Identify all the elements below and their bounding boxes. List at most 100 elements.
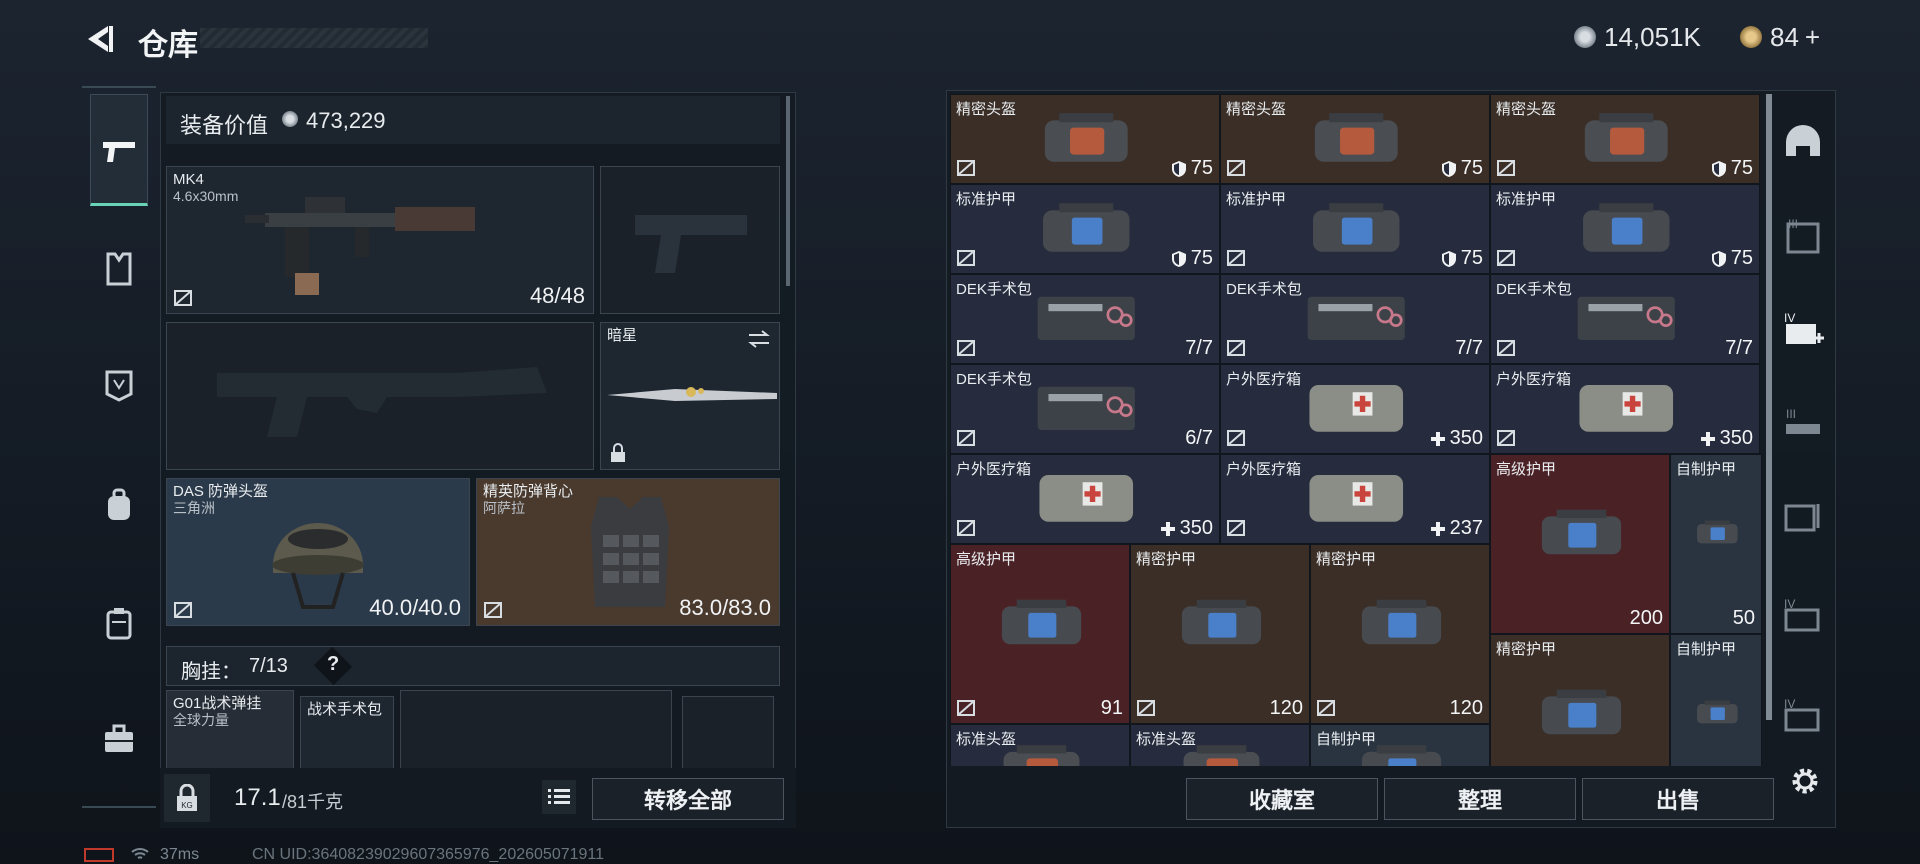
no-drop-icon: [174, 290, 192, 306]
filter-armor-3-button[interactable]: III: [1780, 214, 1826, 260]
helmet-bag-image: [1314, 112, 1398, 162]
filter-medkit-4-button[interactable]: IV: [1780, 310, 1826, 356]
stash-item[interactable]: 标准护甲 75: [1220, 184, 1490, 274]
rail-case-tab[interactable]: [90, 594, 148, 652]
rail-weapons-tab[interactable]: [90, 122, 148, 180]
armor-origin: 阿萨拉: [483, 500, 525, 516]
stash-scrollbar[interactable]: [1766, 94, 1772, 720]
weight-current: 17.1: [234, 784, 281, 811]
list-view-button[interactable]: [542, 780, 576, 814]
filter-case-button[interactable]: [1780, 494, 1826, 540]
stash-item[interactable]: 自制护甲 50: [1670, 454, 1762, 634]
rail-chest-rig-tab[interactable]: [90, 240, 148, 298]
armor-name: 精英防弹背心: [483, 483, 574, 500]
stash-item[interactable]: 精密头盔 75: [1490, 94, 1760, 184]
stash-item[interactable]: 标准头盔: [950, 724, 1130, 766]
equipment-value-bar: 装备价值 473,229: [166, 96, 780, 144]
stash-item[interactable]: 精密头盔 75: [1220, 94, 1490, 184]
stash-item[interactable]: DEK手术包 7/7: [1490, 274, 1760, 364]
armor-bag-image: [1312, 202, 1400, 252]
weapon-ammo-type: 4.6x30mm: [173, 188, 239, 204]
collection-room-button[interactable]: 收藏室: [1186, 778, 1378, 820]
chest-rig-label: 胸挂：: [181, 661, 241, 683]
stash-item[interactable]: 标准护甲 75: [1490, 184, 1760, 274]
surgery-kit-image: [1577, 296, 1675, 340]
stash-item[interactable]: 高级护甲 91: [950, 544, 1130, 724]
weight-lock-icon: KG: [177, 784, 197, 811]
secondary-weapon-slot[interactable]: [166, 322, 594, 470]
stash-item[interactable]: 自制护甲: [1310, 724, 1490, 766]
armor-bag-image: [1582, 202, 1670, 252]
stash-item-value: 7/7: [1455, 337, 1483, 359]
no-drop-icon: [957, 160, 975, 176]
stash-item[interactable]: DEK手术包 6/7: [950, 364, 1220, 454]
stash-item[interactable]: 户外医疗箱 350: [1490, 364, 1760, 454]
armor-bag-image: [1696, 700, 1738, 723]
rig-empty-slot[interactable]: [682, 696, 774, 770]
svg-text:IV: IV: [1784, 311, 1795, 325]
stash-item-value: 75: [1441, 157, 1483, 180]
settings-button[interactable]: [1788, 764, 1822, 798]
helmet-name: DAS 防弹头盔: [173, 483, 269, 500]
rig-item-slot[interactable]: G01战术弹挂 全球力量: [166, 690, 294, 770]
stash-item-name: 标准护甲: [1496, 191, 1557, 208]
rail-backpack-tab[interactable]: [90, 476, 148, 534]
pistol-icon: [103, 142, 135, 162]
medical-box-image: [1309, 384, 1403, 432]
stash-item-value: 200: [1629, 607, 1663, 629]
stash-item[interactable]: 户外医疗箱 350: [1220, 364, 1490, 454]
surgery-kit-image: [1037, 296, 1135, 340]
triangle-coin-icon: [1740, 26, 1762, 48]
stash-item-name: 自制护甲: [1676, 461, 1737, 478]
stash-item[interactable]: 标准头盔: [1130, 724, 1310, 766]
stash-item[interactable]: DEK手术包 7/7: [950, 274, 1220, 364]
filter-item-4b-button[interactable]: IV: [1780, 694, 1826, 740]
armor-slot[interactable]: 精英防弹背心 阿萨拉 83.0/83.0: [476, 478, 780, 626]
stash-item[interactable]: DEK手术包 7/7: [1220, 274, 1490, 364]
no-drop-icon: [1227, 250, 1245, 266]
no-drop-icon: [957, 430, 975, 446]
list-icon: [548, 789, 570, 804]
rig-empty-slot[interactable]: [400, 690, 672, 770]
stash-item[interactable]: 精密护甲 120: [1310, 544, 1490, 724]
stash-item[interactable]: 精密护甲: [1490, 634, 1670, 766]
stash-item[interactable]: 户外医疗箱 237: [1220, 454, 1490, 544]
stash-item[interactable]: 高级护甲 200: [1490, 454, 1670, 634]
filter-item-4-button[interactable]: IV: [1780, 594, 1826, 640]
stash-item-name: 精密护甲: [1316, 551, 1377, 568]
rail-toolbox-tab[interactable]: [90, 710, 148, 768]
weapon-tier-3-icon: III: [1786, 407, 1820, 434]
svg-text:IV: IV: [1784, 597, 1795, 611]
filter-helmet-button[interactable]: [1780, 120, 1826, 166]
filter-weapon-3-button[interactable]: III: [1780, 404, 1826, 450]
stash-item[interactable]: 标准护甲 75: [950, 184, 1220, 274]
stash-item[interactable]: 自制护甲: [1670, 634, 1762, 766]
pistol-slot[interactable]: [600, 166, 780, 314]
surgery-kit-image: [1037, 386, 1135, 430]
stash-item[interactable]: 精密护甲 120: [1130, 544, 1310, 724]
secondary-currency[interactable]: 84 +: [1740, 20, 1820, 54]
stash-item-name: 户外医疗箱: [1496, 371, 1572, 388]
no-drop-icon: [1497, 250, 1515, 266]
currency-primary-value: 14,051K: [1604, 21, 1701, 52]
organize-button[interactable]: 整理: [1384, 778, 1576, 820]
transfer-all-button[interactable]: 转移全部: [592, 778, 784, 820]
stash-item-name: DEK手术包: [1496, 281, 1572, 298]
swap-icon[interactable]: [747, 329, 771, 349]
helmet-slot[interactable]: DAS 防弹头盔 三角洲 40.0/40.0: [166, 478, 470, 626]
back-arrow-icon[interactable]: [82, 22, 116, 56]
stash-item[interactable]: 精密头盔 75: [950, 94, 1220, 184]
uid-text: CN UID:3640823902960736597​6_20260507191…: [252, 846, 605, 863]
sell-button[interactable]: 出售: [1582, 778, 1774, 820]
equipment-scrollbar[interactable]: [786, 96, 790, 286]
stash-item[interactable]: 户外医疗箱 350: [950, 454, 1220, 544]
case-icon: [106, 608, 132, 640]
primary-weapon-slot[interactable]: MK4 4.6x30mm 48/48: [166, 166, 594, 314]
stash-item-value: 75: [1441, 247, 1483, 270]
rig-item-slot[interactable]: 战术手术包: [300, 696, 394, 770]
armor-bag-image: [1042, 202, 1130, 252]
help-icon[interactable]: ?: [327, 653, 339, 676]
add-currency-button[interactable]: +: [1805, 22, 1820, 53]
melee-slot[interactable]: 暗星: [600, 322, 780, 470]
rail-armor-tab[interactable]: [90, 356, 148, 414]
